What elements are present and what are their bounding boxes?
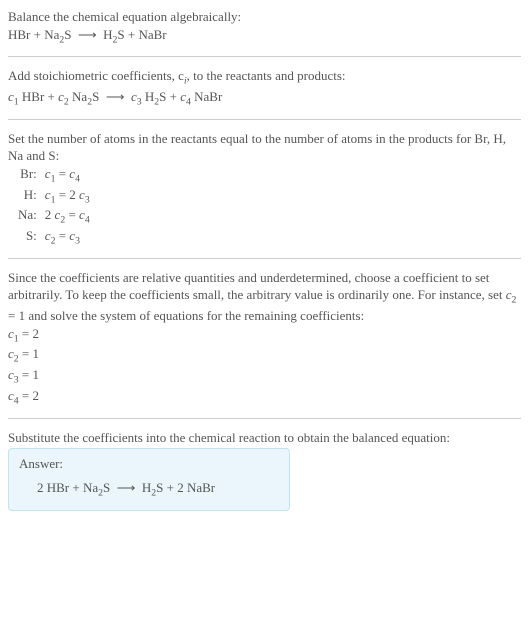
step-atom-balance: Set the number of atoms in the reactants… bbox=[8, 130, 521, 165]
title: Balance the chemical equation algebraica… bbox=[8, 8, 521, 26]
divider bbox=[8, 119, 521, 120]
coefficient-equation: c1 HBr + c2 Na2S ⟶ c3 H2S + c4 NaBr bbox=[8, 88, 521, 109]
element-label: H: bbox=[14, 186, 41, 207]
element-label: Na: bbox=[14, 206, 41, 227]
table-row: S: c2 = c3 bbox=[14, 227, 94, 248]
table-row: Na: 2 c2 = c4 bbox=[14, 206, 94, 227]
step-add-coefficients: Add stoichiometric coefficients, ci, to … bbox=[8, 67, 521, 88]
step-underdetermined: Since the coefficients are relative quan… bbox=[8, 269, 521, 325]
answer-label: Answer: bbox=[9, 455, 289, 479]
balance-equation: c1 = 2 c3 bbox=[41, 186, 94, 207]
element-label: S: bbox=[14, 227, 41, 248]
table-row: H: c1 = 2 c3 bbox=[14, 186, 94, 207]
divider bbox=[8, 56, 521, 57]
divider bbox=[8, 258, 521, 259]
balance-equation: c2 = c3 bbox=[41, 227, 94, 248]
balance-equation: 2 c2 = c4 bbox=[41, 206, 94, 227]
balanced-equation: 2 HBr + Na2S ⟶ H2S + 2 NaBr bbox=[9, 479, 289, 500]
solved-coefficient: c2 = 1 bbox=[8, 345, 521, 366]
solved-coefficient: c1 = 2 bbox=[8, 325, 521, 346]
step-substitute: Substitute the coefficients into the che… bbox=[8, 429, 521, 447]
balance-equation: c1 = c4 bbox=[41, 165, 94, 186]
solved-coefficient: c3 = 1 bbox=[8, 366, 521, 387]
solved-coefficient: c4 = 2 bbox=[8, 387, 521, 408]
answer-box: Answer: 2 HBr + Na2S ⟶ H2S + 2 NaBr bbox=[8, 448, 290, 510]
element-label: Br: bbox=[14, 165, 41, 186]
atom-balance-table: Br: c1 = c4 H: c1 = 2 c3 Na: 2 c2 = c4 S… bbox=[14, 165, 94, 248]
divider bbox=[8, 418, 521, 419]
unbalanced-equation: HBr + Na2S ⟶ H2S + NaBr bbox=[8, 26, 521, 47]
table-row: Br: c1 = c4 bbox=[14, 165, 94, 186]
